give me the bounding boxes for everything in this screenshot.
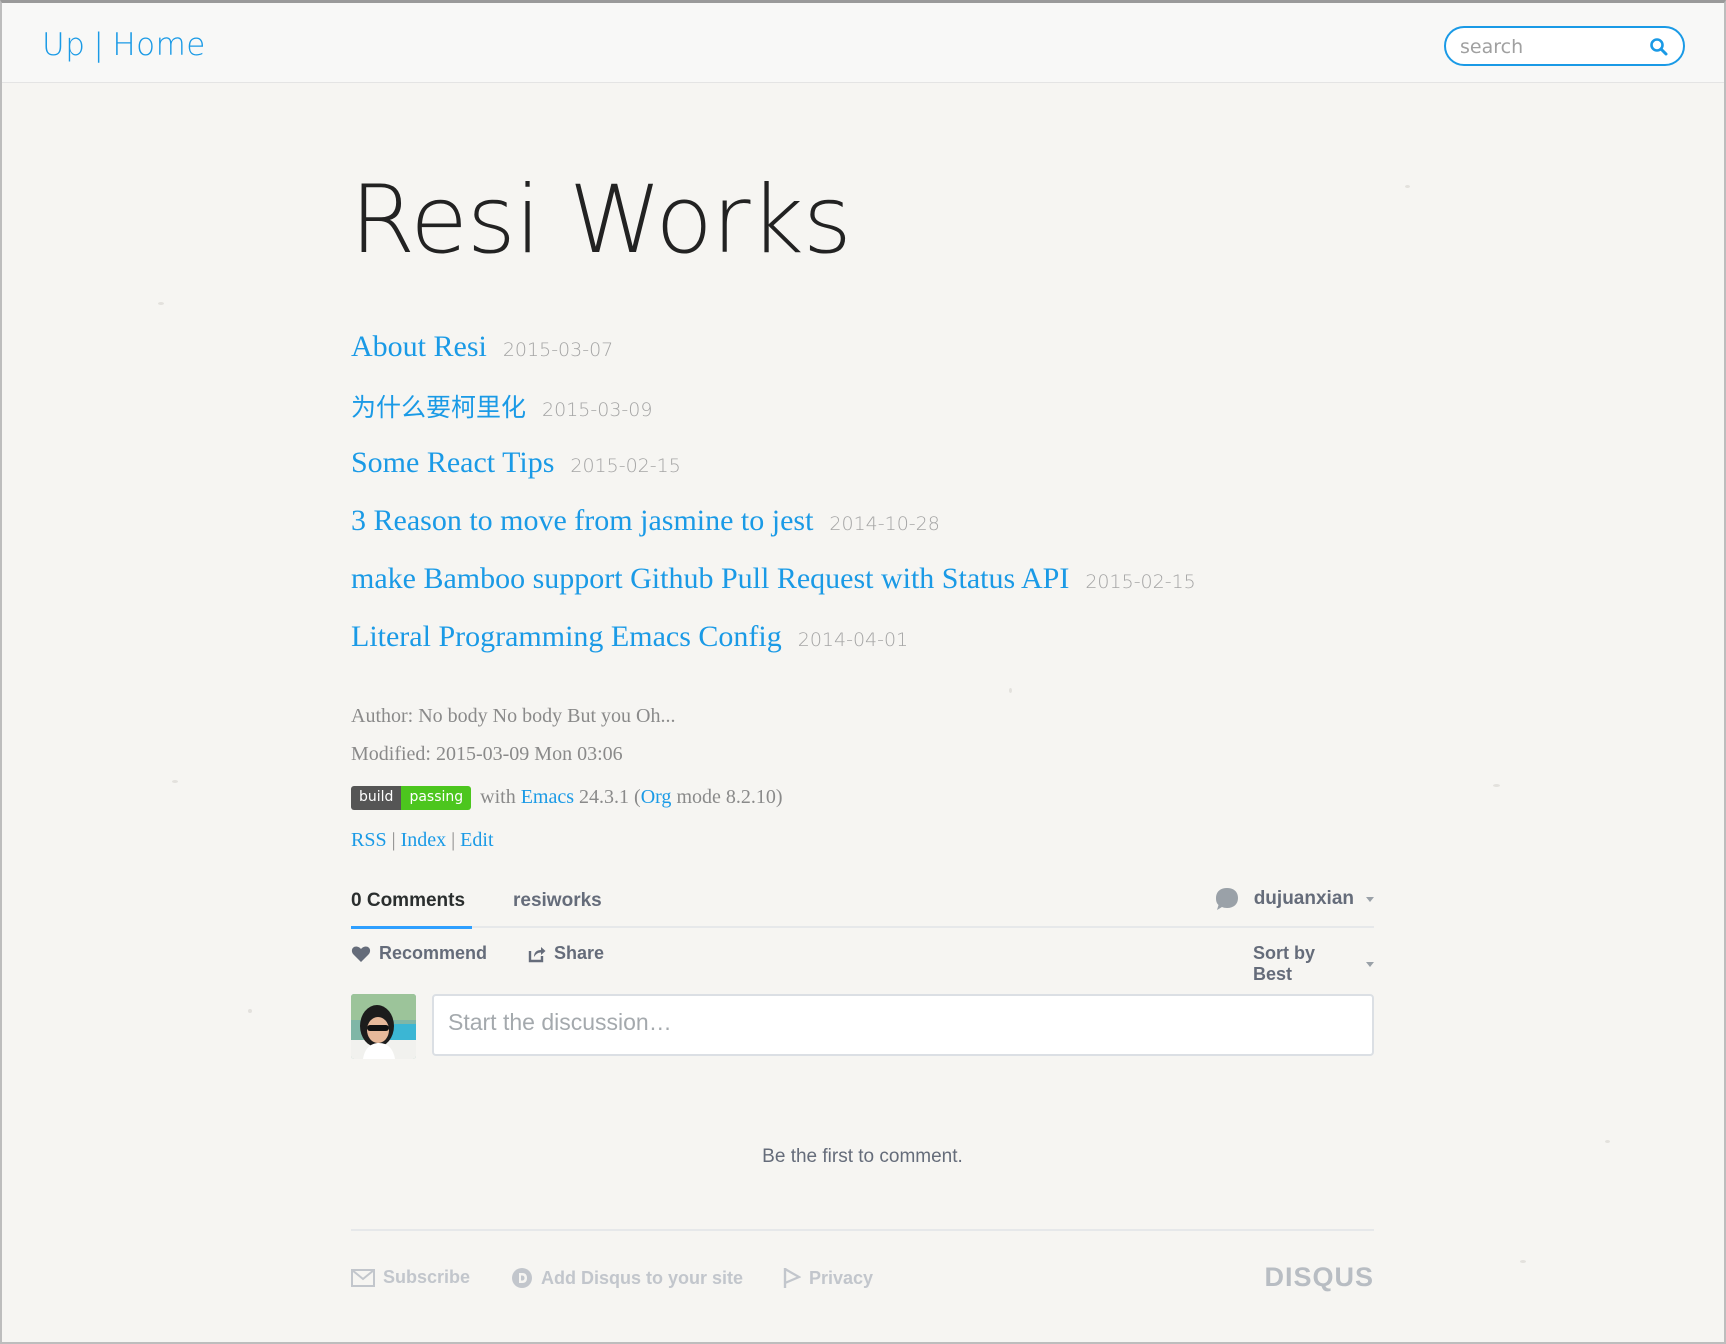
disqus-footer: Subscribe Add Disqus to your site Privac… (351, 1229, 1374, 1292)
post-date: 2015-02-15 (1085, 571, 1196, 593)
post-link[interactable]: Some React Tips (351, 446, 554, 479)
list-item: 为什么要柯里化 2015-03-09 (351, 388, 652, 424)
up-link[interactable]: Up (42, 27, 85, 63)
comment-input[interactable]: Start the discussion… (432, 994, 1374, 1056)
speech-bubble-icon (1215, 888, 1238, 910)
privacy-link[interactable]: Privacy (783, 1267, 873, 1289)
avatar-image (351, 994, 416, 1059)
build-line: build passing with Emacs 24.3.1 (Org mode… (351, 786, 783, 811)
post-date: 2014-10-28 (829, 513, 940, 535)
empty-comments-message: Be the first to comment. (762, 1146, 963, 1167)
subscribe-link[interactable]: Subscribe (351, 1267, 470, 1288)
list-item: 3 Reason to move from jasmine to jest 201… (351, 504, 940, 538)
search-input[interactable] (1460, 35, 1640, 59)
avatar (351, 994, 416, 1059)
add-disqus-label: Add Disqus to your site (541, 1267, 744, 1288)
envelope-icon (351, 1268, 375, 1287)
post-date: 2015-03-07 (502, 339, 614, 361)
recommend-label: Recommend (379, 943, 488, 963)
list-item: Some React Tips 2015-02-15 (351, 446, 681, 480)
add-disqus-link[interactable]: Add Disqus to your site (511, 1267, 743, 1289)
sort-dropdown[interactable]: Sort by Best (1253, 943, 1374, 985)
search-icon[interactable] (1649, 37, 1669, 57)
emacs-version: 24.3.1 ( (579, 786, 641, 808)
comment-actions: Recommend Share Sort by Best (351, 943, 1374, 984)
sort-label: Sort by Best (1253, 943, 1316, 984)
nav-separator: | (93, 27, 105, 63)
build-status-badge[interactable]: build passing (351, 786, 472, 811)
edit-link[interactable]: Edit (460, 829, 493, 851)
disqus-d-icon (512, 1268, 532, 1288)
footer-links: RSS | Index | Edit (351, 829, 494, 852)
chevron-down-icon (1366, 896, 1374, 902)
rss-link[interactable]: RSS (351, 829, 387, 851)
post-date: 2014-04-01 (797, 629, 909, 651)
username: dujuanxian (1253, 888, 1354, 909)
active-tab-indicator (351, 926, 472, 929)
with-text: with (480, 786, 516, 808)
emacs-link[interactable]: Emacs (521, 786, 574, 808)
search-box[interactable] (1444, 26, 1685, 66)
post-date: 2015-03-09 (542, 399, 653, 421)
modified-line: Modified: 2015-03-09 Mon 03:06 (351, 743, 623, 765)
link-separator: | (451, 829, 456, 851)
list-item: Literal Programming Emacs Config 2014-04-… (351, 620, 908, 654)
post-link[interactable]: Literal Programming Emacs Config (351, 620, 782, 653)
privacy-icon (783, 1268, 801, 1288)
share-icon (528, 946, 546, 962)
window-frame (0, 0, 1726, 1344)
chevron-down-icon (1366, 961, 1374, 967)
post-date: 2015-02-15 (570, 455, 681, 477)
disqus-logo[interactable]: DISQUS (1264, 1262, 1374, 1293)
badge-status: passing (401, 786, 472, 811)
user-menu[interactable]: dujuanxian (1214, 886, 1374, 912)
heart-icon (351, 945, 371, 962)
post-link[interactable]: 为什么要柯里化 (351, 393, 526, 422)
org-link[interactable]: Org (641, 786, 672, 808)
org-version: mode 8.2.10) (676, 786, 783, 808)
comment-tabs: 0 Comments resiworks dujuanxian (351, 884, 1374, 929)
post-link[interactable]: make Bamboo support Github Pull Request … (351, 562, 1069, 595)
page-title: Resi Works (350, 166, 852, 275)
subscribe-label: Subscribe (383, 1267, 471, 1287)
tab-comments[interactable]: 0 Comments (351, 890, 465, 912)
share-label: Share (554, 943, 605, 963)
top-bar: Up | Home (2, 3, 1724, 83)
tab-community[interactable]: resiworks (513, 890, 602, 912)
link-separator: | (391, 829, 396, 851)
share-button[interactable]: Share (528, 943, 604, 964)
top-nav: Up | Home (42, 27, 206, 63)
home-link[interactable]: Home (112, 27, 206, 63)
post-link[interactable]: 3 Reason to move from jasmine to jest (351, 504, 813, 537)
post-link[interactable]: About Resi (351, 330, 487, 363)
author-line: Author: No body No body But you Oh... (351, 705, 676, 727)
list-item: About Resi 2015-03-07 (351, 330, 613, 364)
privacy-label: Privacy (809, 1267, 874, 1288)
recommend-button[interactable]: Recommend (351, 943, 487, 964)
list-item: make Bamboo support Github Pull Request … (351, 562, 1196, 596)
badge-label: build (351, 786, 402, 811)
index-link[interactable]: Index (401, 829, 447, 851)
